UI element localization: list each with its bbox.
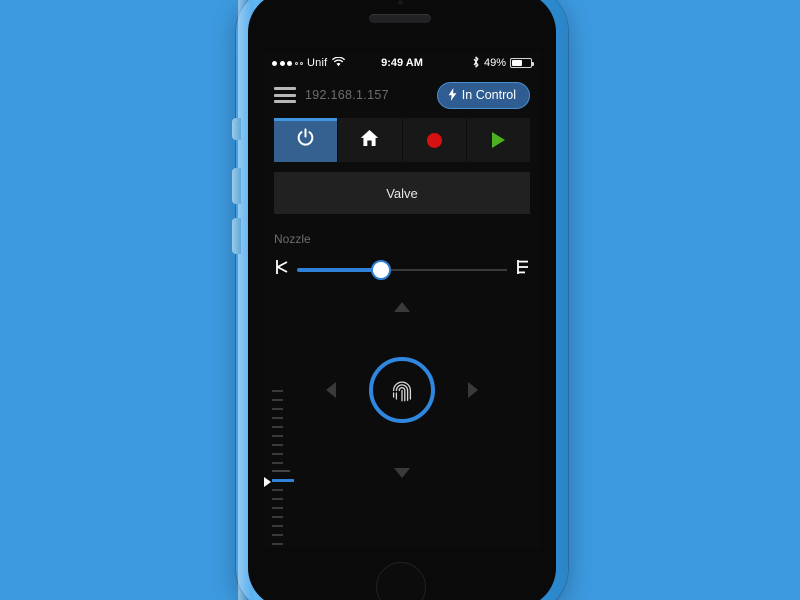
hamburger-menu-icon[interactable]	[274, 87, 296, 103]
carrier-label: Unif	[307, 57, 328, 69]
record-icon	[426, 132, 442, 148]
y-axis-tick	[272, 452, 283, 455]
signal-dot	[272, 60, 277, 66]
signal-dot	[294, 61, 298, 65]
y-axis-tick	[272, 425, 283, 428]
y-axis-tick	[272, 507, 283, 510]
signal-dot	[279, 60, 285, 66]
y-axis-tick	[272, 489, 283, 492]
y-axis-tick	[272, 434, 283, 437]
bluetooth-icon	[472, 55, 480, 71]
host-address-label: 192.168.1.157	[305, 88, 389, 102]
control-pad	[264, 290, 540, 490]
power-icon	[296, 128, 315, 152]
y-axis-tick	[272, 470, 290, 473]
phone-screen: Unif 9:49 AM 49% 192.168.1.157 In Contro…	[264, 52, 540, 548]
in-control-label: In Control	[461, 88, 516, 102]
tab-bar	[274, 118, 530, 162]
y-axis-tick	[272, 390, 283, 392]
home-icon	[360, 129, 379, 152]
battery-fill	[512, 60, 522, 66]
signal-dot	[287, 60, 292, 66]
y-axis-tick	[272, 461, 283, 464]
valve-button[interactable]: Valve	[274, 172, 530, 214]
y-axis-tick	[272, 542, 283, 545]
tab-record[interactable]	[402, 118, 467, 162]
battery-icon	[510, 58, 534, 68]
flow-low-icon[interactable]	[274, 259, 289, 280]
status-bar-right: 49%	[472, 55, 534, 71]
y-position-pointer-icon	[264, 477, 271, 488]
play-icon	[491, 132, 505, 148]
arrow-right-icon[interactable]	[468, 382, 478, 398]
nozzle-slider-row	[274, 259, 530, 280]
lightning-bolt-icon	[448, 87, 457, 103]
arrow-down-icon[interactable]	[394, 468, 410, 478]
nozzle-slider-fill	[297, 267, 381, 272]
y-axis-tick	[272, 525, 283, 528]
front-camera-icon	[398, 0, 403, 5]
battery-percent-label: 49%	[483, 57, 506, 69]
signal-strength-icon	[272, 60, 303, 66]
joystick-button[interactable]	[369, 357, 435, 423]
tab-power[interactable]	[274, 118, 339, 162]
fingerprint-icon	[392, 378, 412, 402]
status-bar: Unif 9:49 AM 49%	[264, 52, 540, 74]
in-control-button[interactable]: In Control	[436, 81, 530, 109]
nozzle-label: Nozzle	[274, 232, 311, 246]
volume-down-button[interactable]	[232, 218, 241, 254]
wifi-icon	[332, 56, 346, 70]
arrow-up-icon[interactable]	[394, 302, 410, 312]
arrow-left-icon[interactable]	[326, 382, 336, 398]
y-axis-ruler[interactable]	[272, 390, 302, 548]
y-axis-tick	[272, 407, 283, 410]
earpiece-speaker	[369, 14, 431, 23]
y-axis-tick	[272, 479, 294, 483]
tab-home[interactable]	[338, 118, 403, 162]
y-axis-tick	[272, 534, 283, 536]
signal-dot	[300, 61, 303, 65]
y-axis-tick	[272, 498, 283, 501]
flow-high-icon[interactable]	[515, 259, 530, 280]
volume-up-button[interactable]	[232, 168, 241, 204]
y-axis-tick	[272, 443, 283, 446]
silent-switch-button[interactable]	[232, 118, 241, 140]
y-axis-tick	[272, 398, 283, 401]
y-axis-tick	[272, 516, 283, 519]
valve-label: Valve	[386, 185, 418, 201]
nozzle-section: Nozzle	[274, 232, 530, 280]
app-header: 192.168.1.157 In Control	[264, 74, 540, 116]
nozzle-slider[interactable]	[297, 259, 507, 280]
y-axis-tick	[272, 416, 283, 419]
tab-play[interactable]	[466, 118, 530, 162]
nozzle-slider-thumb[interactable]	[371, 259, 391, 280]
